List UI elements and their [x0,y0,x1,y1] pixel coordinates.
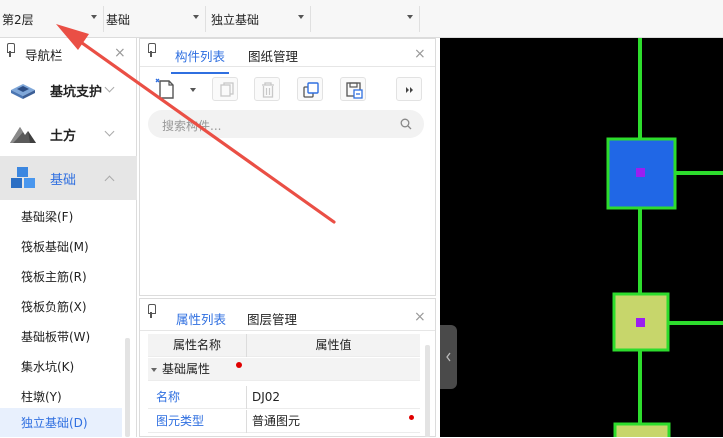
chevron-left-icon [446,352,451,362]
tab-component-list[interactable]: 构件列表 [170,46,230,74]
chevron-down-icon [298,15,304,19]
category-select-value: 基础 [106,12,131,27]
nav-category-foundation[interactable]: 基础 [0,156,137,200]
pin-icon[interactable] [147,43,156,57]
required-marker [236,362,242,368]
nav-item-selected[interactable]: 独立基础(D) [0,408,122,437]
component-type-select-value: 独立基础 [211,12,260,27]
property-row: 图元类型 普通图元 [148,410,420,433]
chevron-down-icon [91,15,97,19]
nav-category-earthwork[interactable]: 土方 [0,112,137,156]
nav-item[interactable]: 筏板主筋(R) [0,262,122,292]
trash-icon [262,82,274,98]
isolated-footing [613,422,671,437]
property-value[interactable]: 普通图元 [252,410,300,433]
nav-category-foundation-pit[interactable]: 基坑支护 [0,68,137,112]
nav-item[interactable]: 筏板负筋(X) [0,292,122,322]
copy-icon [220,82,234,97]
chevron-down-icon [104,126,115,137]
close-icon[interactable]: × [414,47,426,61]
chevron-up-icon [104,175,115,186]
floor-select[interactable]: 第2层 [0,6,104,32]
category-select[interactable]: 基础 [104,6,206,32]
column-divider [246,386,247,409]
more-button[interactable] [396,77,422,101]
double-chevron-right-icon [406,87,413,93]
search-icon[interactable] [400,118,412,130]
nav-item[interactable]: 基础梁(F) [0,202,122,232]
property-name: 图元类型 [156,414,205,428]
property-group-label: 基础属性 [162,362,211,376]
column-header-name: 属性名称 [172,338,221,352]
chevron-down-icon [104,82,115,93]
collapse-icon[interactable] [151,367,157,373]
nav-item[interactable]: 筏板基础(M) [0,232,122,262]
nav-item[interactable]: 集水坑(K) [0,352,122,382]
divider [140,330,435,331]
duplicate-icon [303,82,319,98]
duplicate-button[interactable] [297,77,323,101]
canvas-drawing [606,38,723,437]
divider [140,66,435,67]
footing-center-marker [636,318,645,327]
panel-collapse-handle[interactable] [440,325,457,389]
nav-category-label: 基坑支护 [50,84,103,100]
save-icon [346,82,363,99]
column-divider [246,410,247,433]
component-search-input[interactable]: 搜索构件... [148,110,424,138]
new-component-button[interactable] [152,76,200,102]
axis-line-vertical [638,38,642,437]
delete-button[interactable] [254,77,280,101]
earthwork-icon [10,127,36,143]
chevron-down-icon [193,15,199,19]
close-icon[interactable]: × [114,46,126,60]
nav-scrollbar[interactable] [125,338,130,437]
property-value[interactable]: DJ02 [252,386,280,409]
property-table-header: 属性名称 属性值 [148,334,420,357]
tab-drawing-management[interactable]: 图纸管理 [248,46,298,65]
floor-select-value: 第2层 [2,12,34,27]
top-toolbar: 第2层 基础 独立基础 [0,0,723,38]
copy-button[interactable] [212,77,238,101]
pin-icon[interactable] [6,43,15,57]
tab-property-list[interactable]: 属性列表 [171,309,231,337]
footing-center-marker [636,168,645,177]
column-header-value: 属性值 [315,338,352,352]
new-document-icon [155,78,196,99]
nav-title: 导航栏 [25,48,63,63]
search-placeholder: 搜索构件... [162,119,222,133]
foundation-icon [11,167,35,188]
property-group-row[interactable]: 基础属性 [148,358,420,381]
property-scrollbar[interactable] [425,345,430,437]
pin-icon[interactable] [147,304,156,318]
close-icon[interactable]: × [414,310,426,324]
property-name: 名称 [156,390,181,404]
property-row: 名称 DJ02 [148,386,420,409]
nav-category-label: 土方 [50,128,77,144]
chevron-down-icon [407,15,413,19]
component-name-select[interactable] [314,6,420,32]
tab-layer-management[interactable]: 图层管理 [247,309,297,328]
component-type-select[interactable]: 独立基础 [209,6,311,32]
foundation-pit-icon [11,84,35,99]
save-to-library-button[interactable] [340,77,366,101]
required-marker [409,415,414,420]
nav-category-label: 基础 [50,172,77,188]
nav-item[interactable]: 基础板带(W) [0,322,122,352]
navigation-panel: 导航栏 × 基坑支护 土方 基础 基础梁(F) 筏板基础(M) 筏板主筋(R) … [0,38,137,437]
drawing-canvas[interactable] [440,38,723,437]
